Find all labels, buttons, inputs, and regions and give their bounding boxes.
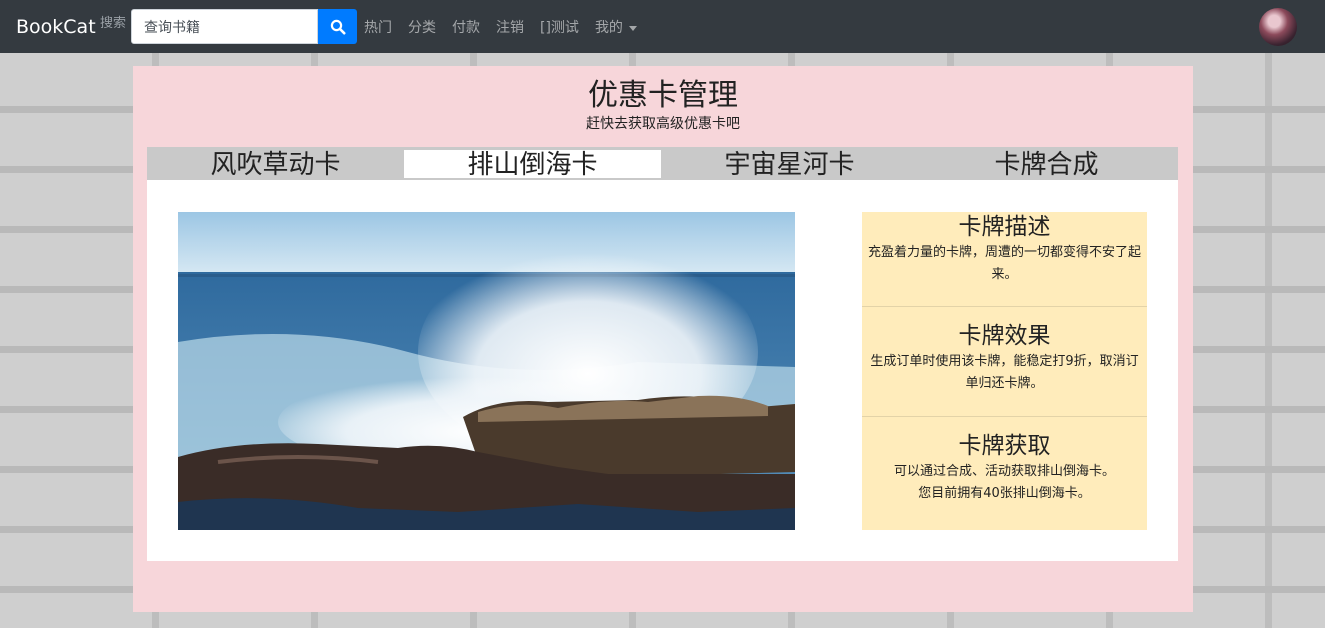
tab-galaxy-card[interactable]: 宇宙星河卡 [661, 147, 918, 180]
card-effect-text: 生成订单时使用该卡牌，能稳定打9折，取消订单归还卡牌。 [870, 354, 1139, 391]
card-obtain-title: 卡牌获取 [958, 433, 1051, 459]
search-button[interactable] [318, 9, 357, 44]
divider [862, 306, 1147, 307]
card-description-text: 充盈着力量的卡牌，周遭的一切都变得不安了起来。 [867, 245, 1141, 282]
chevron-down-icon [628, 25, 637, 31]
card-obtain-text: 可以通过合成、活动获取排山倒海卡。 [893, 464, 1115, 479]
tab-mountain-sea-card[interactable]: 排山倒海卡 [404, 150, 661, 178]
card-obtain-section: 卡牌获取 可以通过合成、活动获取排山倒海卡。 您目前拥有40张排山倒海卡。 [862, 431, 1147, 505]
card-tabs: 风吹草动卡 排山倒海卡 宇宙星河卡 卡牌合成 [147, 147, 1178, 180]
card-owned-count-text: 您目前拥有40张排山倒海卡。 [918, 486, 1091, 501]
coupon-card-panel: 优惠卡管理 赶快去获取高级优惠卡吧 风吹草动卡 排山倒海卡 宇宙星河卡 卡牌合成 [133, 66, 1193, 612]
search-icon [330, 19, 345, 34]
nav-item-mine-label: 我的 [594, 20, 623, 36]
nav-item-hot[interactable]: 热门 [364, 17, 392, 37]
tab-card-synthesis[interactable]: 卡牌合成 [918, 147, 1175, 180]
search-label: 搜索 [100, 16, 127, 31]
nav-menu: 热门 分类 付款 注销 []测试 我的 [364, 17, 653, 37]
nav-item-test[interactable]: []测试 [540, 17, 579, 37]
avatar[interactable] [1259, 8, 1297, 46]
nav-item-payment[interactable]: 付款 [452, 17, 480, 37]
nav-item-category[interactable]: 分类 [408, 17, 436, 37]
page-subtitle: 赶快去获取高级优惠卡吧 [586, 116, 740, 132]
navbar: BookCat 搜索 热门 分类 付款 注销 []测试 我的 [0, 0, 1325, 53]
tab-content: 卡牌描述 充盈着力量的卡牌，周遭的一切都变得不安了起来。 卡牌效果 生成订单时使… [147, 180, 1178, 561]
nav-item-logout[interactable]: 注销 [496, 17, 524, 37]
card-description-section: 卡牌描述 充盈着力量的卡牌，周遭的一切都变得不安了起来。 [862, 212, 1147, 286]
card-info-box: 卡牌描述 充盈着力量的卡牌，周遭的一切都变得不安了起来。 卡牌效果 生成订单时使… [862, 212, 1147, 530]
divider [862, 416, 1147, 417]
tab-wind-grass-card[interactable]: 风吹草动卡 [147, 147, 404, 180]
brand-logo[interactable]: BookCat [16, 16, 96, 38]
card-image [178, 212, 795, 530]
nav-item-mine-dropdown[interactable]: 我的 [595, 17, 637, 37]
card-effect-title: 卡牌效果 [958, 323, 1051, 349]
search-input[interactable] [131, 9, 318, 44]
card-description-title: 卡牌描述 [958, 214, 1051, 240]
page-title: 优惠卡管理 [588, 78, 738, 113]
card-effect-section: 卡牌效果 生成订单时使用该卡牌，能稳定打9折，取消订单归还卡牌。 [862, 321, 1147, 395]
